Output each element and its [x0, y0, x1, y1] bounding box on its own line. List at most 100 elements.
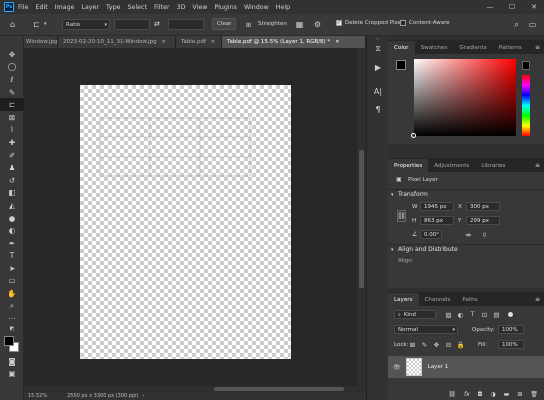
- lock-image-icon[interactable]: ✎: [420, 340, 429, 349]
- tab-paths[interactable]: Paths: [456, 293, 483, 306]
- brush-tool-icon[interactable]: ✐: [0, 149, 24, 162]
- character-icon[interactable]: A|: [367, 82, 389, 100]
- chevron-down-icon[interactable]: ▾: [44, 21, 47, 27]
- photoshop-logo[interactable]: Ps: [4, 2, 14, 12]
- hue-slider[interactable]: [522, 75, 530, 136]
- blend-mode-select[interactable]: Normal ▾: [394, 325, 458, 334]
- close-icon[interactable]: ✕: [162, 39, 166, 45]
- adjustment-layer-icon[interactable]: ◑: [490, 391, 495, 398]
- menu-select[interactable]: Select: [128, 4, 147, 11]
- rectangle-tool-icon[interactable]: ▭: [0, 275, 24, 288]
- lock-position-icon[interactable]: ✥: [432, 340, 441, 349]
- scroll-thumb[interactable]: [359, 150, 364, 288]
- layer-row[interactable]: 👁 Layer 1: [388, 356, 544, 378]
- link-layers-icon[interactable]: ⛓: [448, 391, 456, 398]
- tab-table-pdf[interactable]: Table.pdf ✕: [176, 36, 222, 48]
- tab-libraries[interactable]: Libraries: [475, 159, 511, 172]
- color-picker-handle[interactable]: [411, 133, 416, 138]
- gear-icon[interactable]: ⚙: [313, 20, 322, 29]
- width-field[interactable]: [114, 19, 150, 30]
- maximize-button[interactable]: ☐: [502, 0, 522, 14]
- menu-view[interactable]: View: [192, 4, 207, 11]
- filter-toggle-icon[interactable]: [508, 312, 513, 317]
- lock-all-icon[interactable]: 🔒: [456, 340, 465, 349]
- eraser-tool-icon[interactable]: ◧: [0, 187, 24, 200]
- panel-menu-icon[interactable]: ≡: [535, 162, 540, 169]
- menu-layer[interactable]: Layer: [81, 4, 99, 11]
- ratio-select[interactable]: Ratio ▾: [62, 19, 110, 30]
- scroll-thumb[interactable]: [214, 387, 344, 391]
- dodge-tool-icon[interactable]: ◐: [0, 224, 24, 237]
- height-field[interactable]: [168, 19, 204, 30]
- menu-filter[interactable]: Filter: [154, 4, 170, 11]
- healing-brush-icon[interactable]: ✚: [0, 136, 24, 149]
- height-input[interactable]: 863 px: [420, 216, 454, 225]
- opacity-input[interactable]: 100%: [498, 325, 524, 334]
- tab-channels[interactable]: Channels: [419, 293, 457, 306]
- trash-icon[interactable]: 🗑: [530, 391, 538, 398]
- grid-overlay-icon[interactable]: ▦: [295, 20, 304, 29]
- paint-bucket-icon[interactable]: ◭: [0, 199, 24, 212]
- width-input[interactable]: 1945 px: [420, 202, 454, 211]
- straighten-icon[interactable]: ⊞: [244, 20, 253, 29]
- menu-help[interactable]: Help: [276, 4, 290, 11]
- filter-pixel-icon[interactable]: ▨: [444, 310, 453, 319]
- lasso-tool-icon[interactable]: ℓ: [0, 73, 24, 86]
- zoom-level[interactable]: 15.52%: [28, 393, 47, 399]
- pen-tool-icon[interactable]: ✒: [0, 237, 24, 250]
- layer-name[interactable]: Layer 1: [428, 364, 449, 370]
- default-colors-icon[interactable]: ◩: [0, 325, 24, 333]
- close-icon[interactable]: ✕: [211, 39, 215, 45]
- menu-3d[interactable]: 3D: [177, 4, 186, 11]
- link-icon[interactable]: ⛓: [397, 210, 406, 222]
- tab-properties[interactable]: Properties: [388, 159, 429, 172]
- path-select-icon[interactable]: ➤: [0, 262, 24, 275]
- color-swatches[interactable]: [0, 333, 23, 355]
- minimize-button[interactable]: —: [480, 0, 500, 14]
- y-input[interactable]: 299 px: [466, 216, 500, 225]
- menu-image[interactable]: Image: [55, 4, 75, 11]
- layer-filter-select[interactable]: ⌕ Kind: [394, 310, 436, 319]
- angle-input[interactable]: 0.00°: [420, 230, 442, 239]
- tab-adjustments[interactable]: Adjustments: [428, 159, 475, 172]
- workspace-icon[interactable]: ▭: [528, 20, 537, 29]
- new-layer-icon[interactable]: ⊞: [517, 391, 522, 398]
- document-info[interactable]: 2550 px x 3300 px (300 ppi): [67, 393, 138, 399]
- menu-window[interactable]: Window: [244, 4, 269, 11]
- crop-tool-icon[interactable]: ⊏: [0, 98, 24, 111]
- color-field[interactable]: [411, 59, 516, 138]
- quick-select-tool-icon[interactable]: ✎: [0, 86, 24, 99]
- filter-shape-icon[interactable]: ⊡: [480, 310, 489, 319]
- swap-icon[interactable]: ⇄: [154, 20, 160, 28]
- menu-edit[interactable]: Edit: [36, 4, 48, 11]
- tab-screenshot-jpg[interactable]: 2023-02-20-10_11_31-Window.jpg ✕: [58, 36, 176, 48]
- fx-icon[interactable]: fx: [464, 391, 470, 398]
- tab-patterns[interactable]: Patterns: [493, 41, 528, 54]
- tab-window-jpg[interactable]: Window.jpg✕: [24, 36, 58, 48]
- marquee-tool-icon[interactable]: ◯: [0, 61, 24, 74]
- x-input[interactable]: 300 px: [466, 202, 500, 211]
- panel-menu-icon[interactable]: ≡: [535, 296, 540, 303]
- align-distribute-heading[interactable]: Align and Distribute: [388, 246, 458, 253]
- play-actions-icon[interactable]: ▶: [367, 58, 389, 76]
- document-canvas[interactable]: [80, 85, 291, 359]
- new-group-icon[interactable]: ▬: [504, 391, 510, 398]
- clear-button[interactable]: Clear: [212, 18, 237, 30]
- paragraph-icon[interactable]: ¶: [367, 100, 389, 118]
- tab-layers[interactable]: Layers: [388, 293, 419, 306]
- search-icon[interactable]: ⌕: [512, 20, 521, 29]
- close-window-button[interactable]: ✕: [524, 0, 544, 14]
- menu-plugins[interactable]: Plugins: [214, 4, 237, 11]
- fill-input[interactable]: 100%: [498, 340, 524, 349]
- move-tool-icon[interactable]: ✥: [0, 48, 24, 61]
- filter-adjustment-icon[interactable]: ◐: [456, 310, 465, 319]
- history-icon[interactable]: ⧖: [367, 40, 389, 58]
- flip-vertical-icon[interactable]: ⇳: [480, 230, 489, 239]
- screen-mode-icon[interactable]: ▣: [0, 368, 24, 381]
- panel-menu-icon[interactable]: ≡: [535, 44, 540, 51]
- foreground-color-swatch[interactable]: [396, 60, 406, 70]
- menu-type[interactable]: Type: [106, 4, 120, 11]
- frame-tool-icon[interactable]: ⊠: [0, 111, 24, 124]
- vertical-scrollbar[interactable]: [357, 48, 366, 386]
- content-aware-checkbox[interactable]: Content-Aware: [400, 20, 450, 26]
